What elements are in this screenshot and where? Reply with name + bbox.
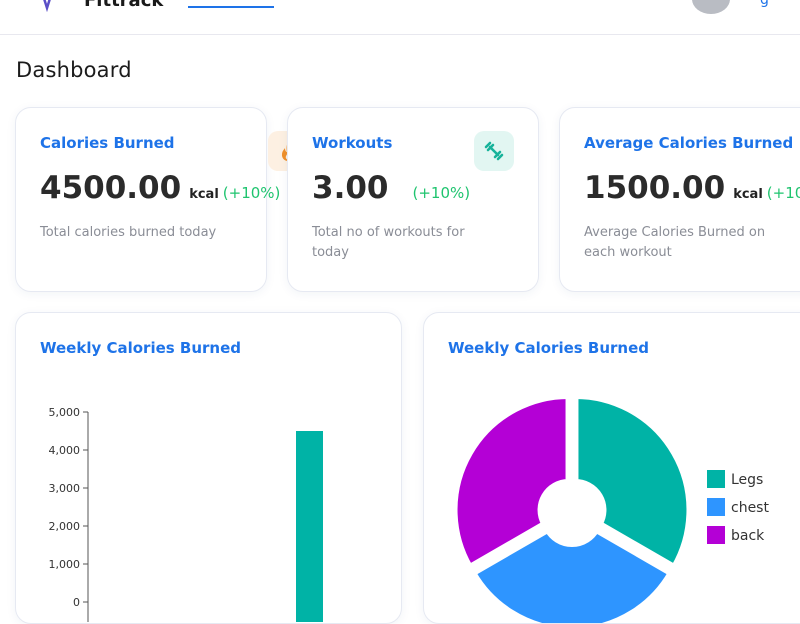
dumbbell-icon [474,131,514,171]
stat-value: 4500.00 [40,170,182,206]
stat-delta: (+10%) [412,184,471,202]
y-tick-label: 5,000 [49,406,81,419]
y-tick-label: 4,000 [49,444,81,457]
stat-value-row: 1500.00 kcal(+10%) [584,170,800,206]
legend-swatch [707,526,725,544]
stat-unit: kcal [733,187,763,202]
stat-value-row: 3.00 (+10%) [312,170,470,206]
legend-swatch [707,498,725,516]
stat-delta: (+10%) [766,184,800,202]
legend-label: chest [731,500,769,516]
stat-value-row: 4500.00 kcal (+10%) [40,170,280,206]
stat-description: Total no of workouts for today [312,225,465,260]
logo-icon [43,0,51,12]
stat-description: Average Calories Burned on each workout [584,225,766,260]
nav-active-indicator[interactable] [188,0,274,8]
legend-swatch [707,470,725,488]
stat-card-title: Workouts [312,134,393,152]
y-tick-label: 3,000 [49,482,81,495]
y-tick-label: 0 [73,596,80,609]
stat-card-average-calories: Average Calories Burned 1500.00 kcal(+10%… [559,107,800,292]
stat-card-workouts: Workouts 3.00 (+10%) Total no of workouts… [287,107,539,292]
legend-label: back [731,528,765,544]
weekly-calories-chart-card: Weekly Calories Burned 0 1,000 2,000 3,000 4… [15,312,402,624]
stat-value: 1500.00 [584,170,726,206]
top-navbar: Fittrack g [0,0,800,35]
y-tick-label: 2,000 [49,520,81,533]
page-title: Dashboard [16,58,132,82]
legend-label: Legs [731,472,763,488]
bar-chart: 0 1,000 2,000 3,000 4,000 5,000 [49,406,323,622]
category-calories-chart-card: Weekly Calories Burned Legs chest back [423,312,800,624]
stat-description: Total calories burned today [40,225,217,240]
logout-link[interactable]: g [760,0,769,8]
bar[interactable] [296,431,323,622]
stat-card-calories: Calories Burned 4500.00 kcal (+10%) Total … [15,107,280,292]
avatar[interactable] [692,0,730,14]
pie-chart: Legs chest back [451,393,769,623]
stat-delta: (+10%) [222,184,281,202]
stat-card-title: Calories Burned [40,134,175,152]
y-tick-label: 1,000 [49,558,81,571]
stat-card-title: Average Calories Burned [584,134,794,152]
stat-unit: kcal [189,187,219,202]
stat-value: 3.00 [312,170,389,206]
brand-name[interactable]: Fittrack [84,0,163,11]
